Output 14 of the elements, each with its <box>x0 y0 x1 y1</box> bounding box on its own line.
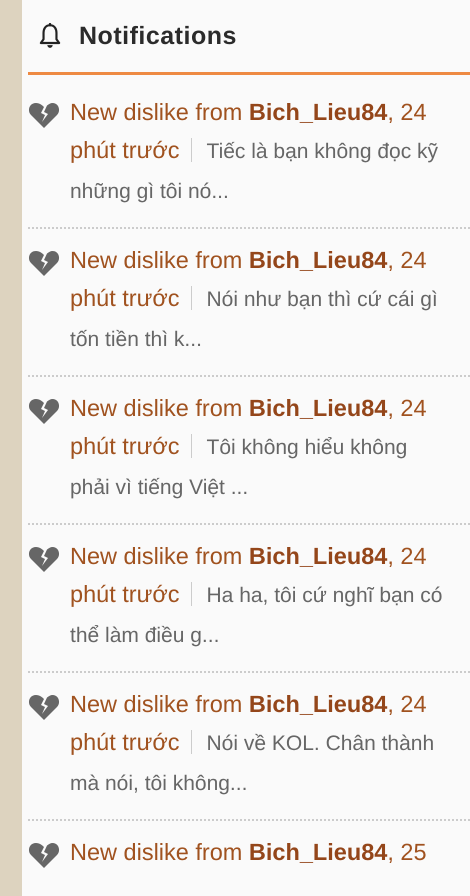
notification-text[interactable]: New dislike from Bich_Lieu84, 24 phút trước Tôi không hiểu không phải vì tiếng Việt ... <box>70 389 450 507</box>
notification-text[interactable]: New dislike from Bich_Lieu84, 24 phút trước Tiếc là bạn không đọc kỹ những gì tôi nó... <box>70 93 450 211</box>
notification-text[interactable]: New dislike from Bich_Lieu84, 24 phút trước Nói về KOL. Chân thành mà nói, tôi không... <box>70 685 450 803</box>
broken-heart-icon <box>28 101 60 129</box>
bell-icon <box>37 22 63 50</box>
broken-heart-icon <box>28 841 60 869</box>
broken-heart-icon <box>28 249 60 277</box>
broken-heart-icon <box>28 397 60 425</box>
broken-heart-icon <box>28 545 60 573</box>
panel-title: Notifications <box>79 22 237 50</box>
notification-text[interactable]: New dislike from Bich_Lieu84, 24 phút trước Nói như bạn thì cứ cái gì tốn tiền thì k... <box>70 241 450 359</box>
notification-text[interactable]: New dislike from Bich_Lieu84, 24 phút trước Ha ha, tôi cứ nghĩ bạn có thể làm điều g... <box>70 537 450 655</box>
broken-heart-icon <box>28 693 60 721</box>
notification-text[interactable]: New dislike from Bich_Lieu84, 25 <box>70 833 450 871</box>
